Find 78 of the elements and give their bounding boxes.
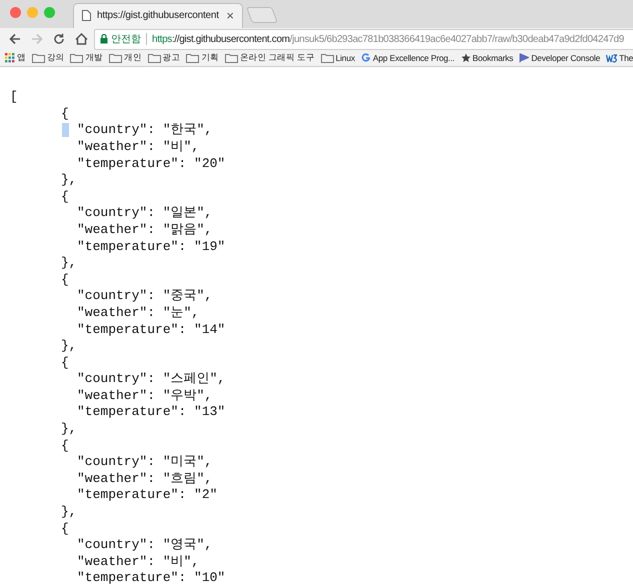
json-line: "temperature": "19"	[77, 238, 226, 256]
json-line: "temperature": "2"	[77, 487, 218, 504]
json-line: "weather": "우박",	[77, 388, 212, 404]
json-line: "weather": "흐림",	[77, 470, 212, 488]
apps-grid-icon	[5, 53, 15, 64]
bookmark-item[interactable]: The	[606, 53, 633, 64]
folder-icon	[320, 53, 334, 64]
bookmark-label: 앱	[17, 52, 26, 64]
json-line: {	[61, 106, 69, 122]
json-line: "weather": "맑음",	[77, 222, 212, 239]
json-line: {	[61, 438, 69, 454]
json-line: },	[61, 421, 77, 438]
json-line: {	[61, 354, 69, 372]
page-icon	[82, 10, 91, 22]
bookmark-item[interactable]: Linux	[320, 53, 355, 64]
json-line: "temperature": "20"	[77, 156, 226, 172]
json-line: [	[10, 89, 18, 106]
new-tab-button[interactable]	[246, 6, 278, 23]
bookmark-label: Linux	[336, 53, 355, 64]
folder-icon	[148, 53, 161, 64]
browser-tab[interactable]: https://gist.githubusercontent ×	[73, 2, 243, 28]
bookmark-label: Bookmarks	[472, 53, 514, 64]
folder-icon	[70, 53, 84, 64]
json-line: "country": "한국",	[77, 122, 212, 139]
minimize-window-button[interactable]	[27, 7, 38, 18]
bookmark-item[interactable]: 기획	[186, 52, 219, 64]
folder-icon	[224, 53, 238, 64]
google-g-icon	[360, 53, 371, 64]
forward-arrow-icon	[31, 33, 43, 46]
folder-icon	[109, 53, 122, 64]
secure-label: 안전함	[111, 33, 141, 46]
json-line: "temperature": "13"	[77, 404, 226, 422]
w3-logo-icon	[606, 54, 618, 63]
bookmark-label: 온라인 그래픽 도구	[240, 52, 315, 64]
bookmark-item[interactable]: 앱	[5, 52, 26, 64]
bookmark-label: 개인	[124, 52, 142, 64]
lock-icon	[100, 34, 108, 44]
json-line: "weather": "비",	[77, 554, 200, 570]
close-window-button[interactable]	[10, 7, 21, 18]
json-line: "temperature": "10"	[77, 570, 226, 587]
home-icon	[74, 33, 88, 46]
url-text: https://gist.githubusercontent.com/junsuk5/6b293ac781b038366419ac6e4027abb7/raw/b30deab47a9d2fd04247d9	[152, 34, 624, 45]
json-line: },	[61, 338, 77, 355]
address-bar[interactable]: 안전함 https://gist.githubusercontent.com/junsuk5/6b293ac781b038366419ac6e4027abb7/raw/b30deab47a9d2fd04247d9	[94, 28, 633, 50]
json-line: "country": "스페인",	[77, 371, 226, 388]
bookmark-item[interactable]: 개발	[70, 52, 104, 64]
bookmark-item[interactable]: 광고	[148, 52, 180, 64]
json-line: "country": "영국",	[77, 537, 212, 554]
bookmark-label: 강의	[46, 52, 64, 64]
json-line: "country": "일본",	[77, 205, 212, 222]
json-line: "country": "미국",	[77, 454, 212, 471]
folder-icon	[186, 53, 200, 64]
tab-close-button[interactable]: ×	[226, 8, 234, 24]
json-line: },	[61, 172, 77, 189]
bookmark-label: 광고	[162, 52, 180, 64]
flag-icon	[519, 53, 530, 64]
bookmark-item[interactable]: Bookmarks	[460, 53, 514, 64]
bookmark-label: 기획	[201, 52, 219, 64]
json-line: "country": "중국",	[77, 288, 212, 305]
zoom-window-button[interactable]	[44, 7, 55, 18]
bookmark-item[interactable]: 온라인 그래픽 도구	[224, 52, 315, 64]
json-line: {	[61, 520, 69, 538]
json-line: "weather": "눈",	[77, 304, 200, 322]
json-line: "temperature": "14"	[77, 322, 226, 338]
json-line: "weather": "비",	[77, 138, 200, 156]
folder-icon	[32, 53, 45, 64]
tab-title: https://gist.githubusercontent	[97, 10, 220, 22]
json-line: {	[61, 188, 69, 206]
back-arrow-icon	[9, 33, 21, 46]
bookmark-label: 개발	[85, 52, 104, 64]
bookmark-item[interactable]: 개인	[109, 52, 142, 64]
bookmark-item[interactable]: 강의	[32, 52, 64, 64]
json-line: },	[61, 255, 77, 272]
json-line: {	[61, 272, 69, 288]
bookmark-label: The	[619, 53, 633, 64]
reload-icon	[53, 33, 65, 46]
json-line: },	[61, 504, 77, 521]
star-icon	[460, 53, 471, 64]
